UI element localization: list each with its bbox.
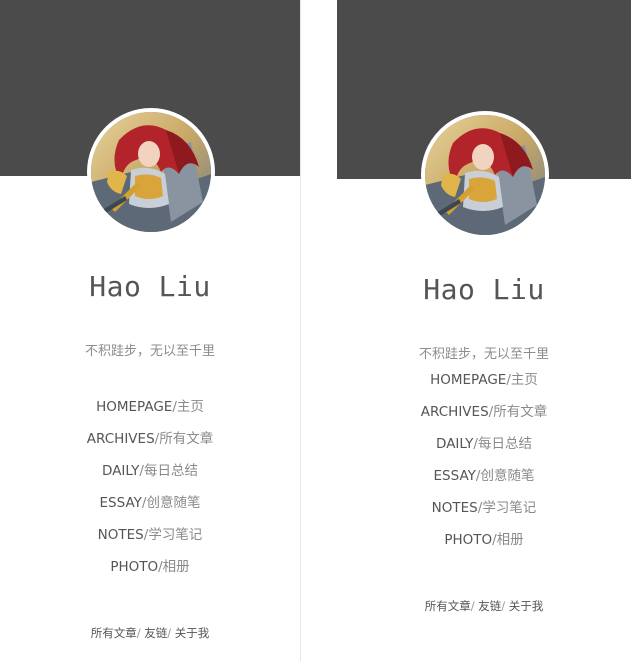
footer-separator: / [501, 599, 506, 613]
nav-item-essay[interactable]: ESSAY/创意随笔 [337, 466, 631, 498]
sidebar-panel-left: Hao Liu 不积跬步，无以至千里 HOMEPAGE/主页 ARCHIVES/… [0, 0, 301, 661]
author-motto: 不积跬步，无以至千里 [84, 344, 215, 359]
nav-item-en-label: ARCHIVES [420, 404, 489, 420]
footer-link-about[interactable]: 关于我 [175, 626, 210, 640]
nav-item-en-label: NOTES [97, 527, 144, 543]
nav-item-cn-label: 学习笔记 [148, 527, 203, 543]
nav-item-cn-label: 所有文章 [159, 431, 214, 447]
footer-link-friends[interactable]: 友链 [478, 599, 501, 613]
nav-item-cn-label: 相册 [162, 559, 190, 575]
nav-item-cn-label: 主页 [176, 399, 204, 415]
nav-item-daily[interactable]: DAILY/每日总结 [0, 461, 300, 493]
nav-item-homepage[interactable]: HOMEPAGE/主页 [337, 370, 631, 402]
main-nav: HOMEPAGE/主页 ARCHIVES/所有文章 DAILY/每日总结 ESS… [0, 397, 300, 589]
nav-item-archives[interactable]: ARCHIVES/所有文章 [0, 429, 300, 461]
nav-item-en-label: HOMEPAGE [430, 372, 507, 388]
nav-item-cn-label: 每日总结 [477, 436, 532, 452]
nav-item-cn-label: 所有文章 [493, 404, 548, 420]
main-nav: HOMEPAGE/主页 ARCHIVES/所有文章 DAILY/每日总结 ESS… [337, 370, 631, 562]
nav-item-en-label: DAILY [436, 436, 474, 452]
nav-item-photo[interactable]: PHOTO/相册 [0, 557, 300, 589]
avatar[interactable] [87, 108, 215, 236]
nav-item-en-label: PHOTO [110, 559, 159, 575]
nav-item-en-label: DAILY [102, 463, 140, 479]
nav-item-en-label: ESSAY [433, 468, 476, 484]
avatar-image [91, 112, 211, 232]
footer-link-friends[interactable]: 友链 [144, 626, 167, 640]
nav-item-en-label: ARCHIVES [86, 431, 155, 447]
footer-links: 所有文章/ 友链/ 关于我 [0, 625, 300, 641]
nav-item-archives[interactable]: ARCHIVES/所有文章 [337, 402, 631, 434]
nav-item-homepage[interactable]: HOMEPAGE/主页 [0, 397, 300, 429]
avatar-image [425, 115, 545, 235]
footer-link-archives[interactable]: 所有文章 [425, 599, 471, 613]
nav-item-en-label: NOTES [431, 500, 478, 516]
nav-item-en-label: PHOTO [444, 532, 493, 548]
nav-item-en-label: ESSAY [99, 495, 142, 511]
nav-item-cn-label: 每日总结 [143, 463, 198, 479]
nav-item-daily[interactable]: DAILY/每日总结 [337, 434, 631, 466]
nav-item-notes[interactable]: NOTES/学习笔记 [337, 498, 631, 530]
nav-item-essay[interactable]: ESSAY/创意随笔 [0, 493, 300, 525]
author-name: Hao Liu [89, 270, 211, 303]
nav-item-photo[interactable]: PHOTO/相册 [337, 530, 631, 562]
nav-item-notes[interactable]: NOTES/学习笔记 [0, 525, 300, 557]
avatar[interactable] [421, 111, 549, 239]
footer-separator: / [470, 599, 475, 613]
footer-link-about[interactable]: 关于我 [509, 599, 544, 613]
nav-item-cn-label: 创意随笔 [146, 495, 201, 511]
author-motto: 不积跬步，无以至千里 [418, 347, 549, 362]
nav-item-en-label: HOMEPAGE [96, 399, 173, 415]
nav-item-cn-label: 创意随笔 [480, 468, 535, 484]
sidebar-panel-right: Hao Liu 不积跬步，无以至千里 HOMEPAGE/主页 ARCHIVES/… [337, 0, 631, 661]
footer-link-archives[interactable]: 所有文章 [91, 626, 137, 640]
footer-separator: / [167, 626, 172, 640]
footer-separator: / [136, 626, 141, 640]
nav-item-cn-label: 主页 [510, 372, 538, 388]
footer-links: 所有文章/ 友链/ 关于我 [337, 598, 631, 614]
author-name: Hao Liu [423, 273, 545, 306]
nav-item-cn-label: 学习笔记 [482, 500, 537, 516]
nav-item-cn-label: 相册 [496, 532, 524, 548]
